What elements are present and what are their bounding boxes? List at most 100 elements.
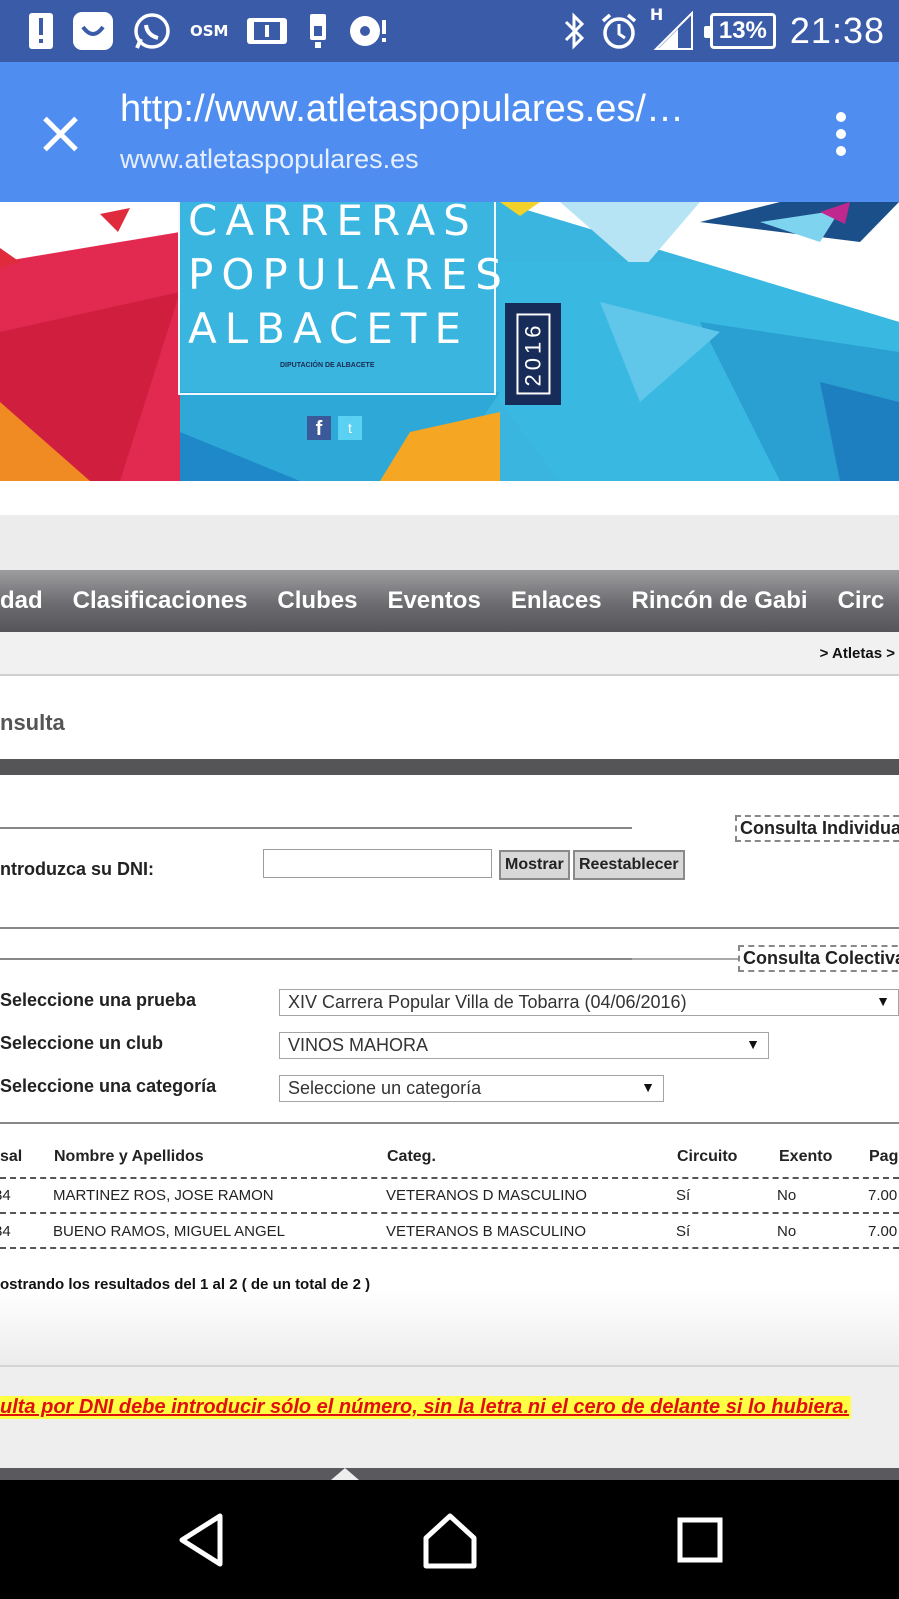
bluetooth-icon bbox=[562, 12, 586, 50]
alarm-icon bbox=[600, 12, 638, 50]
row-divider bbox=[0, 1212, 899, 1214]
collective-legend: Consulta Colectiva bbox=[738, 945, 899, 972]
col-header-dorsal: sal bbox=[0, 1148, 23, 1165]
results-background bbox=[0, 1290, 899, 1365]
results-summary: ostrando los resultados del 1 al 2 ( de … bbox=[0, 1276, 371, 1293]
home-icon[interactable] bbox=[418, 1508, 482, 1572]
club-label: Seleccione un club bbox=[0, 1033, 164, 1053]
nav-item-eventos[interactable]: Eventos bbox=[372, 587, 495, 615]
cell-circuito: Sí bbox=[676, 1187, 691, 1204]
facebook-icon[interactable]: f bbox=[307, 416, 331, 440]
cell-categoria: VETERANOS B MASCULINO bbox=[386, 1223, 587, 1240]
twitter-icon[interactable]: t bbox=[338, 416, 362, 440]
col-header-pago: Pag bbox=[869, 1148, 899, 1165]
col-header-circuito: Circuito bbox=[677, 1148, 738, 1165]
dni-label: ntroduzca su DNI: bbox=[0, 859, 155, 879]
breadcrumb-bar: > Atletas > bbox=[0, 632, 899, 676]
back-icon[interactable] bbox=[170, 1508, 234, 1572]
dropdown-arrow-icon: ▼ bbox=[876, 993, 890, 1009]
cell-pago: 7.00 bbox=[868, 1187, 898, 1204]
reset-button[interactable]: Reestablecer bbox=[573, 850, 685, 880]
network-type: H bbox=[649, 5, 664, 24]
row-divider bbox=[0, 1247, 899, 1249]
custom-tab-toolbar: http://www.atletaspopulares.es/… www.atl… bbox=[0, 62, 899, 202]
dni-notice: ulta por DNI debe introducir sólo el núm… bbox=[0, 1396, 852, 1419]
banner-year-text: 2016 bbox=[516, 313, 551, 395]
status-bar: OSM H 13% 21:38 bbox=[0, 0, 899, 62]
dropdown-arrow-icon: ▼ bbox=[746, 1036, 760, 1052]
notification-icons: OSM bbox=[28, 10, 388, 52]
overflow-menu-icon[interactable] bbox=[835, 112, 847, 156]
title-divider bbox=[0, 759, 899, 775]
osmand-icon: OSM bbox=[190, 22, 229, 40]
prueba-select[interactable]: XIV Carrera Popular Villa de Tobarra (04… bbox=[279, 989, 899, 1016]
battery-level: 13% bbox=[718, 17, 767, 44]
cell-nombre: MARTINEZ ROS, JOSE RAMON bbox=[53, 1187, 274, 1204]
clock: 21:38 bbox=[789, 10, 885, 51]
fieldset-border bbox=[0, 927, 899, 929]
main-nav: dad Clasificaciones Clubes Eventos Enlac… bbox=[0, 570, 899, 632]
nav-item-actualidad[interactable]: dad bbox=[0, 587, 58, 615]
dropdown-arrow-icon: ▼ bbox=[641, 1079, 655, 1095]
signal-icon: H bbox=[650, 5, 696, 51]
cell-exento: No bbox=[777, 1223, 797, 1240]
cell-categoria: VETERANOS D MASCULINO bbox=[386, 1187, 587, 1204]
club-selected: VINOS MAHORA bbox=[288, 1035, 429, 1055]
prueba-selected: XIV Carrera Popular Villa de Tobarra (04… bbox=[288, 992, 687, 1012]
sponsor-logo: DIPUTACIÓN DE ALBACETE bbox=[280, 362, 375, 369]
page-domain: www.atletaspopulares.es bbox=[120, 144, 419, 174]
categoria-selected: Seleccione un categoría bbox=[288, 1078, 482, 1098]
battery-icon: 13% bbox=[703, 13, 776, 49]
cell-dorsal: 34 bbox=[0, 1187, 11, 1204]
banner-line-1: CARRERAS bbox=[188, 202, 478, 245]
col-header-exento: Exento bbox=[779, 1148, 833, 1165]
messenger-icon bbox=[72, 11, 114, 51]
fieldset-border bbox=[0, 827, 632, 829]
system-icons: H 13% 21:38 bbox=[562, 5, 885, 54]
nav-item-clubes[interactable]: Clubes bbox=[262, 587, 372, 615]
categoria-select[interactable]: Seleccione un categoría ▼ bbox=[279, 1075, 664, 1102]
system-navigation-bar bbox=[0, 1480, 899, 1599]
whatsapp-icon bbox=[132, 11, 172, 51]
fieldset-border bbox=[0, 958, 632, 960]
screen: OSM H 13% 21:38 http://www.atletaspopula… bbox=[0, 0, 899, 1599]
col-header-categoria: Categ. bbox=[387, 1148, 436, 1165]
cell-exento: No bbox=[777, 1187, 797, 1204]
recents-icon[interactable] bbox=[668, 1508, 732, 1572]
spacer bbox=[0, 481, 899, 515]
page-url[interactable]: http://www.atletaspopulares.es/… bbox=[120, 88, 740, 131]
page-title: nsulta bbox=[0, 710, 65, 735]
club-select[interactable]: VINOS MAHORA ▼ bbox=[279, 1032, 769, 1059]
categoria-label: Seleccione una categoría bbox=[0, 1076, 217, 1096]
breadcrumb[interactable]: > Atletas > bbox=[820, 645, 895, 662]
col-header-nombre: Nombre y Apellidos bbox=[54, 1148, 204, 1165]
nav-item-circuito[interactable]: Circ bbox=[823, 587, 899, 615]
banner-year: 2016 bbox=[505, 303, 561, 405]
banner-title-box: CARRERAS POPULARES ALBACETE DIPUTACIÓN D… bbox=[178, 202, 510, 395]
fieldset-border bbox=[632, 958, 738, 960]
nav-item-clasificaciones[interactable]: Clasificaciones bbox=[58, 587, 263, 615]
alert-icon bbox=[28, 12, 54, 50]
cell-circuito: Sí bbox=[676, 1223, 691, 1240]
individual-legend: Consulta Individual bbox=[735, 815, 899, 842]
cell-nombre: BUENO RAMOS, MIGUEL ANGEL bbox=[53, 1223, 285, 1240]
fieldset-border bbox=[0, 1122, 899, 1124]
scroll-top-icon[interactable] bbox=[331, 1468, 359, 1480]
record-icon bbox=[348, 14, 388, 48]
nav-item-enlaces[interactable]: Enlaces bbox=[496, 587, 617, 615]
cell-pago: 7.00 bbox=[868, 1223, 898, 1240]
close-icon[interactable] bbox=[36, 110, 84, 158]
dni-input[interactable] bbox=[263, 849, 492, 878]
spacer-grey bbox=[0, 515, 899, 570]
banner-line-2: POPULARES bbox=[188, 250, 510, 299]
row-divider bbox=[0, 1177, 899, 1179]
info-icon bbox=[246, 16, 288, 46]
site-banner: CARRERAS POPULARES ALBACETE DIPUTACIÓN D… bbox=[0, 202, 899, 481]
footer-bar bbox=[0, 1468, 899, 1480]
prueba-label: Seleccione una prueba bbox=[0, 990, 197, 1010]
banner-line-3: ALBACETE bbox=[188, 304, 469, 353]
phone-icon bbox=[306, 12, 330, 50]
nav-item-rincon-de-gabi[interactable]: Rincón de Gabi bbox=[617, 587, 823, 615]
show-button[interactable]: Mostrar bbox=[499, 850, 570, 880]
cell-dorsal: 34 bbox=[0, 1223, 11, 1240]
